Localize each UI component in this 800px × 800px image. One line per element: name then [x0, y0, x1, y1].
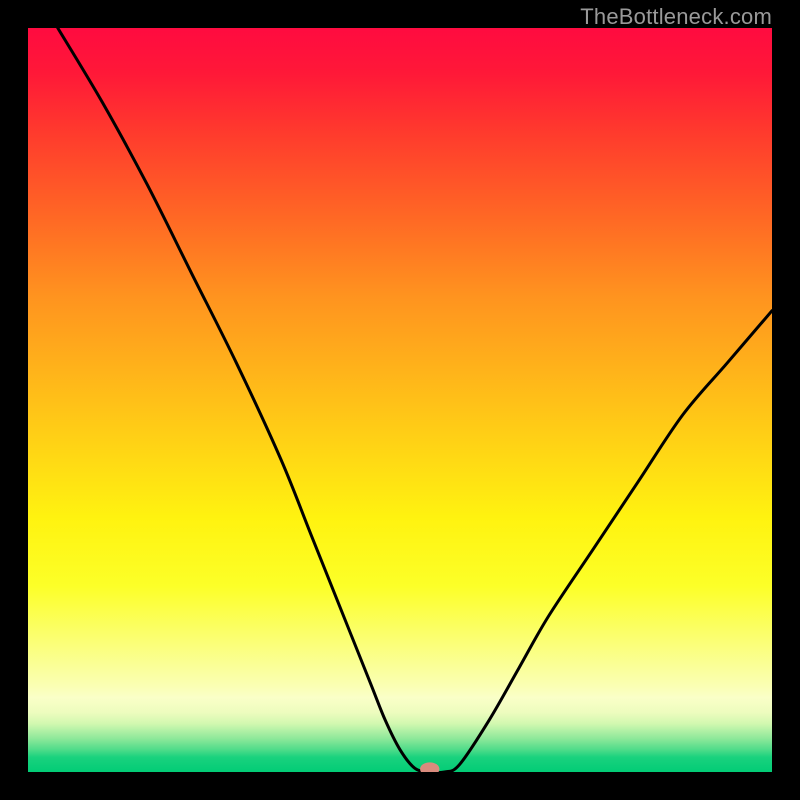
watermark-text: TheBottleneck.com: [580, 4, 772, 30]
plot-area: [28, 28, 772, 772]
optimum-marker: [420, 762, 439, 772]
bottleneck-curve: [58, 28, 772, 772]
bottleneck-curve-svg: [28, 28, 772, 772]
chart-canvas: TheBottleneck.com: [0, 0, 800, 800]
